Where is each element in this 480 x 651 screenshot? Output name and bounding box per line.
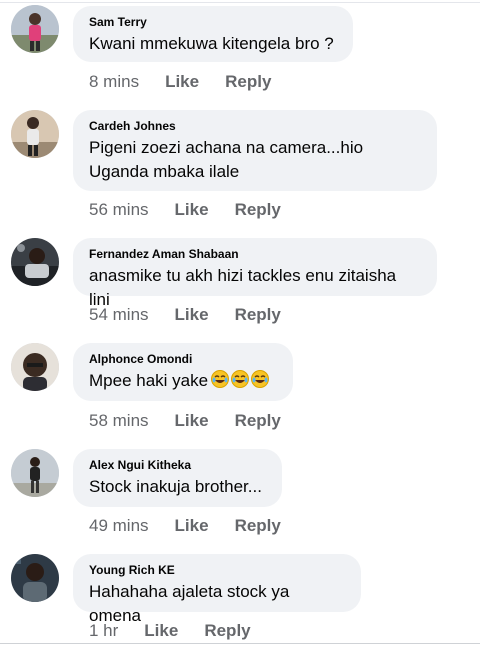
reply-button[interactable]: Reply (235, 515, 281, 537)
comment-time[interactable]: 54 mins (89, 304, 149, 326)
bottom-divider (0, 643, 480, 644)
comment-actions: 58 mins Like Reply (89, 410, 281, 432)
reply-button[interactable]: Reply (204, 620, 250, 642)
comment-text: Pigeni zoezi achana na camera...hio Ugan… (89, 138, 364, 181)
comment-author[interactable]: Fernandez Aman Shabaan (89, 246, 421, 262)
like-button[interactable]: Like (175, 410, 209, 432)
comment-time[interactable]: 1 hr (89, 620, 118, 642)
avatar[interactable] (11, 110, 59, 158)
avatar[interactable] (11, 238, 59, 286)
like-button[interactable]: Like (175, 515, 209, 537)
comment-actions: 49 mins Like Reply (89, 515, 281, 537)
comment-text-body: Mpee haki yake (89, 371, 209, 390)
comment-author[interactable]: Alphonce Omondi (89, 351, 277, 367)
reply-button[interactable]: Reply (235, 410, 281, 432)
comment-text: Stock inakuja brother... (89, 477, 262, 496)
reply-button[interactable]: Reply (235, 304, 281, 326)
comment-text: Kwani mmekuwa kitengela bro ? (89, 34, 334, 53)
reply-button[interactable]: Reply (225, 71, 271, 93)
avatar[interactable] (11, 554, 59, 602)
comment-text: Mpee haki yake (89, 369, 277, 396)
like-button[interactable]: Like (144, 620, 178, 642)
comment-actions: 1 hr Like Reply (89, 620, 251, 642)
laughing-emoji-icon (210, 369, 270, 396)
comment-bubble: Alphonce Omondi Mpee haki yake (73, 343, 293, 401)
comment-time[interactable]: 49 mins (89, 515, 149, 537)
avatar[interactable] (11, 343, 59, 391)
like-button[interactable]: Like (165, 71, 199, 93)
comment-bubble: Alex Ngui Kitheka Stock inakuja brother.… (73, 449, 282, 507)
reply-button[interactable]: Reply (235, 199, 281, 221)
comment-time[interactable]: 58 mins (89, 410, 149, 432)
avatar[interactable] (11, 449, 59, 497)
comment-author[interactable]: Sam Terry (89, 14, 337, 30)
comment-author[interactable]: Cardeh Johnes (89, 118, 421, 134)
comment-time[interactable]: 56 mins (89, 199, 149, 221)
avatar[interactable] (11, 5, 59, 53)
comment-bubble: Fernandez Aman Shabaan anasmike tu akh h… (73, 238, 437, 309)
comment-author[interactable]: Young Rich KE (89, 562, 345, 578)
comment-actions: 54 mins Like Reply (89, 304, 281, 326)
comment-bubble: Cardeh Johnes Pigeni zoezi achana na cam… (73, 110, 437, 191)
comment-time[interactable]: 8 mins (89, 71, 139, 93)
like-button[interactable]: Like (175, 199, 209, 221)
comment-bubble: Young Rich KE Hahahaha ajaleta stock ya … (73, 554, 361, 625)
comment-author[interactable]: Alex Ngui Kitheka (89, 457, 266, 473)
comment-actions: 56 mins Like Reply (89, 199, 281, 221)
top-divider (0, 2, 480, 3)
like-button[interactable]: Like (175, 304, 209, 326)
comment-bubble: Sam Terry Kwani mmekuwa kitengela bro ? (73, 6, 353, 62)
comment-actions: 8 mins Like Reply (89, 71, 271, 93)
